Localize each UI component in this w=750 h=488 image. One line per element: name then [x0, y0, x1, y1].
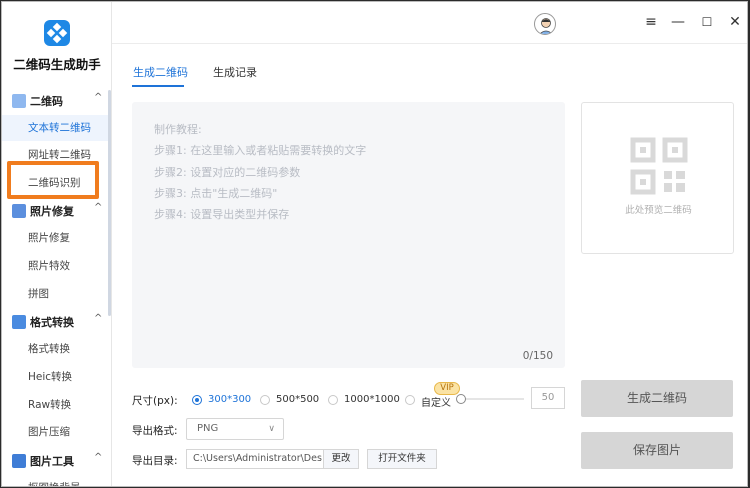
format-select[interactable]: PNG ∨ [186, 418, 284, 440]
chevron-up-icon[interactable]: ^ [94, 92, 102, 103]
radio-custom[interactable] [405, 395, 415, 405]
text-input-area[interactable]: 制作教程: 步骤1: 在这里输入或者粘贴需要转换的文字 步骤2: 设置对应的二维… [132, 102, 565, 368]
sidebar-item-photo-effects[interactable]: 照片特效 [2, 253, 110, 279]
chevron-up-icon[interactable]: ^ [94, 452, 102, 463]
section-label: 照片修复 [30, 205, 74, 218]
sidebar-section-format-convert[interactable]: 格式转换 ^ [2, 310, 111, 334]
sidebar-section-photo-repair[interactable]: 照片修复 ^ [2, 199, 111, 223]
format-label: 导出格式: [132, 425, 178, 437]
sidebar-item-raw-convert[interactable]: Raw转换 [2, 392, 110, 418]
minimize-icon[interactable]: — [669, 13, 687, 31]
tutorial-line: 制作教程: [154, 123, 202, 136]
export-dir-label: 导出目录: [132, 455, 178, 467]
radio-1000[interactable] [328, 395, 338, 405]
option-300[interactable]: 300*300 [208, 394, 251, 405]
sidebar-item-collage[interactable]: 拼图 [2, 281, 110, 307]
highlight-annotation [7, 161, 99, 199]
sidebar-section-qrcode[interactable]: 二维码 ^ [2, 89, 111, 113]
tutorial-line: 步骤2: 设置对应的二维码参数 [154, 166, 301, 179]
option-500[interactable]: 500*500 [276, 394, 319, 405]
custom-size-input[interactable]: 50 [531, 387, 565, 409]
size-label: 尺寸(px): [132, 395, 178, 407]
user-avatar[interactable] [534, 13, 556, 35]
active-tab-underline [132, 85, 184, 87]
sidebar-item-cutout[interactable]: 抠图换背景 [2, 475, 110, 486]
title-bar: ≡ — ☐ ✕ [112, 2, 747, 44]
qrcode-section-icon [12, 94, 26, 108]
tutorial-line: 步骤4: 设置导出类型并保存 [154, 208, 290, 221]
option-custom[interactable]: 自定义 [421, 394, 451, 409]
chevron-up-icon[interactable]: ^ [94, 313, 102, 324]
format-value: PNG [197, 423, 219, 434]
sidebar: 二维码生成助手 二维码 ^ 文本转二维码 网址转二维码 二维码识别 照片修复 ^… [2, 2, 112, 486]
app-logo-icon [44, 20, 70, 46]
tutorial-line: 步骤1: 在这里输入或者粘贴需要转换的文字 [154, 144, 367, 157]
open-folder-button[interactable]: 打开文件夹 [367, 449, 437, 469]
save-image-button[interactable]: 保存图片 [581, 432, 733, 469]
sidebar-scrollbar[interactable] [108, 90, 111, 316]
qrcode-placeholder-icon [630, 137, 688, 195]
sidebar-section-image-tools[interactable]: 图片工具 ^ [2, 449, 111, 473]
change-dir-button[interactable]: 更改 [323, 449, 359, 469]
export-dir-field[interactable]: C:\Users\Administrator\Des [186, 449, 324, 469]
option-1000[interactable]: 1000*1000 [344, 394, 400, 405]
tutorial-line: 步骤3: 点击"生成二维码" [154, 187, 278, 200]
radio-500[interactable] [260, 395, 270, 405]
sidebar-item-format-convert[interactable]: 格式转换 [2, 336, 110, 362]
custom-size-slider-track[interactable] [464, 398, 524, 400]
preview-placeholder: 此处预览二维码 [625, 205, 692, 216]
maximize-icon[interactable]: ☐ [698, 13, 716, 31]
qrcode-preview: 此处预览二维码 [581, 102, 734, 254]
menu-icon[interactable]: ≡ [642, 13, 660, 31]
sidebar-item-image-compress[interactable]: 图片压缩 [2, 419, 110, 445]
section-label: 格式转换 [30, 316, 74, 329]
tab-history[interactable]: 生成记录 [213, 64, 257, 80]
app-window: 二维码生成助手 二维码 ^ 文本转二维码 网址转二维码 二维码识别 照片修复 ^… [1, 1, 748, 487]
photo-section-icon [12, 204, 26, 218]
app-title: 二维码生成助手 [13, 57, 101, 72]
sidebar-item-heic-convert[interactable]: Heic转换 [2, 364, 110, 390]
generate-qrcode-button[interactable]: 生成二维码 [581, 380, 733, 417]
chevron-up-icon[interactable]: ^ [94, 202, 102, 213]
char-counter: 0/150 [522, 350, 553, 362]
vip-badge: VIP [434, 382, 460, 395]
tab-generate-qrcode[interactable]: 生成二维码 [133, 64, 188, 80]
sidebar-item-text-to-qrcode[interactable]: 文本转二维码 [2, 115, 110, 141]
chevron-down-icon: ∨ [268, 424, 275, 434]
section-label: 二维码 [30, 95, 63, 108]
convert-section-icon [12, 315, 26, 329]
close-icon[interactable]: ✕ [726, 13, 744, 31]
custom-size-slider-handle[interactable] [456, 394, 466, 404]
section-label: 图片工具 [30, 455, 74, 468]
sidebar-item-photo-repair[interactable]: 照片修复 [2, 225, 110, 251]
image-tools-section-icon [12, 454, 26, 468]
radio-300[interactable] [192, 395, 202, 405]
